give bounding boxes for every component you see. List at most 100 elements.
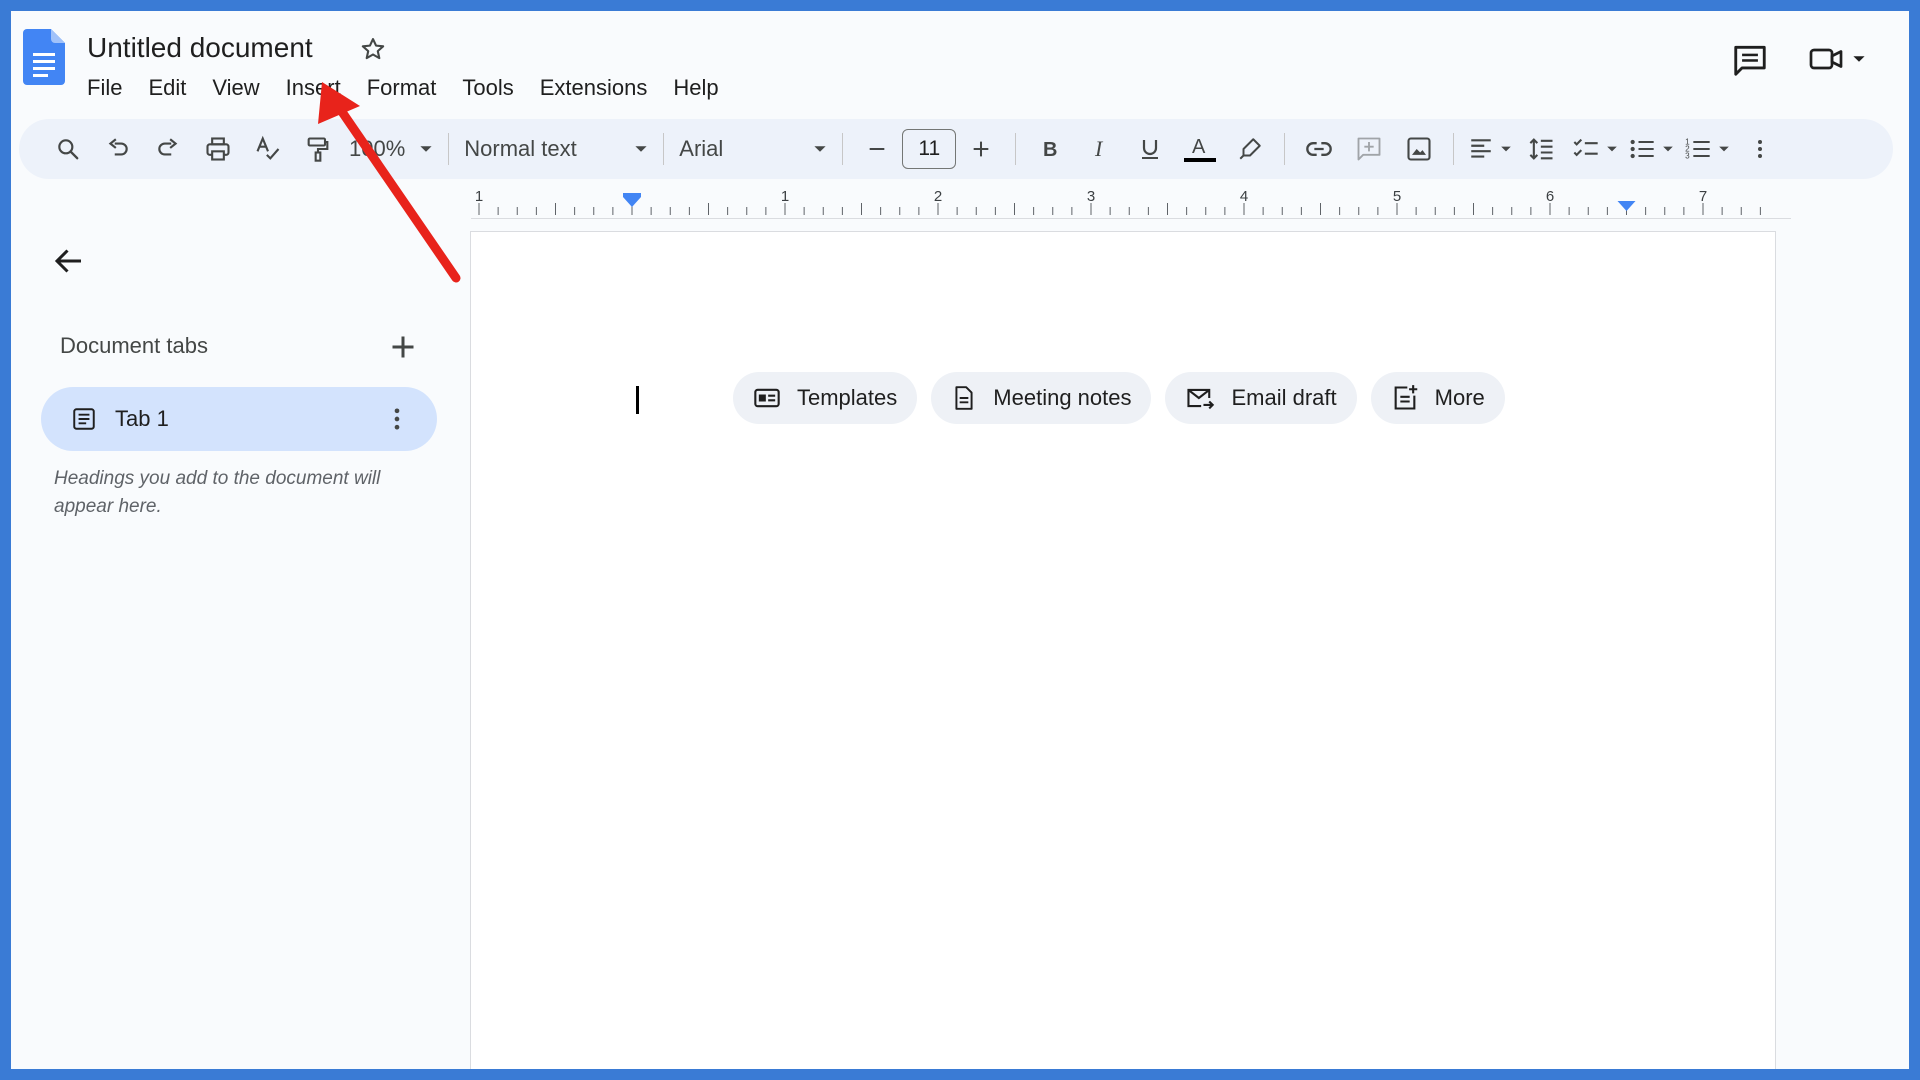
paint-format-button[interactable]	[298, 129, 338, 169]
templates-label: Templates	[797, 385, 898, 410]
print-icon	[206, 137, 230, 161]
menu-bar: File Edit View Insert Format Tools Exten…	[87, 73, 732, 103]
zoom-value: 100%	[349, 136, 406, 161]
building-block-chips: Templates Meeting notes Email draft More	[733, 372, 1505, 424]
spellcheck-button[interactable]	[248, 129, 288, 169]
bulleted-list-icon	[1630, 139, 1654, 159]
ruler-label: 3	[1087, 188, 1095, 205]
first-line-indent-marker[interactable]	[623, 193, 641, 197]
font-size-input[interactable]: 11	[902, 129, 957, 169]
chevron-down-icon	[1607, 146, 1618, 152]
numbered-list-button[interactable]: 1 2 3	[1684, 129, 1730, 169]
increase-font-size-button[interactable]	[961, 129, 1001, 169]
menu-extensions[interactable]: Extensions	[527, 73, 661, 103]
more-options-button[interactable]	[1740, 129, 1780, 169]
divider	[842, 133, 844, 165]
right-indent-marker[interactable]	[1617, 201, 1636, 211]
menu-view[interactable]: View	[199, 73, 272, 103]
highlighter-pen-icon	[1239, 138, 1262, 160]
decrease-font-size-button[interactable]	[857, 129, 897, 169]
paragraph-style-select[interactable]: Normal text	[458, 129, 654, 169]
redo-button[interactable]	[148, 129, 188, 169]
checklist-button[interactable]	[1572, 129, 1618, 169]
menu-insert[interactable]: Insert	[273, 73, 354, 103]
chevron-down-icon	[1719, 146, 1730, 152]
paint-roller-icon	[307, 137, 329, 162]
video-camera-icon	[1809, 48, 1843, 70]
line-spacing-icon	[1529, 138, 1553, 160]
underline-button[interactable]	[1130, 129, 1170, 169]
more-vert-icon[interactable]	[383, 405, 411, 433]
document-tabs-heading: Document tabs	[60, 333, 208, 358]
more-chip[interactable]: More	[1370, 372, 1505, 424]
ruler-label: 5	[1393, 188, 1401, 205]
divider	[1284, 133, 1286, 165]
text-color-icon: A	[1184, 136, 1217, 162]
search-menus-button[interactable]	[48, 129, 88, 169]
bold-button[interactable]: B	[1030, 129, 1070, 169]
menu-file[interactable]: File	[87, 73, 135, 103]
more-label: More	[1434, 385, 1485, 410]
left-indent-marker[interactable]	[623, 197, 641, 207]
document-title[interactable]: Untitled document	[87, 32, 313, 64]
paragraph-style-value: Normal text	[464, 136, 577, 161]
italic-icon: I	[1094, 137, 1104, 161]
add-tab-icon[interactable]	[385, 329, 421, 365]
svg-text:3: 3	[1685, 151, 1690, 160]
templates-chip[interactable]: Templates	[733, 372, 918, 424]
more-building-blocks-icon	[1394, 385, 1417, 410]
divider	[448, 133, 450, 165]
star-icon[interactable]	[359, 35, 387, 63]
bulleted-list-button[interactable]	[1628, 129, 1674, 169]
divider	[1453, 133, 1455, 165]
header: Untitled document File Edit View Insert …	[11, 11, 1909, 111]
ruler-label: 2	[934, 188, 942, 205]
undo-button[interactable]	[98, 129, 138, 169]
more-vert-icon	[1758, 140, 1763, 158]
svg-text:A: A	[1192, 136, 1206, 158]
numbered-list-icon: 1 2 3	[1685, 137, 1710, 160]
chevron-down-icon	[420, 146, 432, 152]
zoom-select[interactable]: 100%	[343, 129, 439, 169]
templates-icon	[754, 388, 780, 408]
toolbar: 100% Normal text Arial 11 B I A 1 2 3	[19, 119, 1893, 179]
line-spacing-button[interactable]	[1522, 129, 1562, 169]
print-button[interactable]	[198, 129, 238, 169]
ruler-label: 6	[1546, 188, 1554, 205]
menu-tools[interactable]: Tools	[449, 73, 526, 103]
text-color-button[interactable]: A	[1180, 129, 1220, 169]
menu-help[interactable]: Help	[660, 73, 731, 103]
tab-1[interactable]: Tab 1	[41, 387, 437, 451]
docs-window: Untitled document File Edit View Insert …	[11, 11, 1909, 1069]
insert-link-button[interactable]	[1299, 129, 1339, 169]
ruler-scale: 1 1 2 3 4 5 6 7	[475, 188, 1761, 215]
document-page[interactable]: Templates Meeting notes Email draft More	[470, 231, 1776, 1069]
italic-button[interactable]: I	[1080, 129, 1120, 169]
align-button[interactable]	[1468, 129, 1512, 169]
chevron-down-icon	[1501, 146, 1512, 152]
checklist-icon	[1573, 138, 1598, 157]
email-draft-label: Email draft	[1231, 385, 1337, 410]
font-family-select[interactable]: Arial	[673, 129, 833, 169]
meeting-notes-icon	[955, 386, 973, 410]
meet-button[interactable]	[1808, 41, 1866, 77]
menu-format[interactable]: Format	[354, 73, 450, 103]
ruler[interactable]: 1 1 2 3 4 5 6 7	[471, 187, 1791, 219]
image-icon	[1407, 137, 1431, 161]
document-outline-sidebar: Document tabs Tab 1 Headings you add to …	[11, 221, 471, 1069]
meeting-notes-chip[interactable]: Meeting notes	[931, 372, 1152, 424]
undo-icon	[108, 138, 128, 156]
search-icon	[58, 139, 79, 160]
add-comment-button[interactable]	[1349, 129, 1389, 169]
email-draft-chip[interactable]: Email draft	[1165, 372, 1357, 424]
svg-text:I: I	[1094, 137, 1104, 161]
ruler-label: 7	[1699, 188, 1707, 205]
insert-image-button[interactable]	[1399, 129, 1439, 169]
comments-icon[interactable]	[1731, 41, 1769, 79]
highlight-color-button[interactable]	[1230, 129, 1270, 169]
chevron-down-icon	[635, 146, 647, 152]
align-left-icon	[1471, 139, 1492, 158]
google-docs-logo-icon[interactable]	[23, 29, 65, 85]
back-arrow-icon[interactable]	[51, 243, 87, 279]
menu-edit[interactable]: Edit	[135, 73, 199, 103]
